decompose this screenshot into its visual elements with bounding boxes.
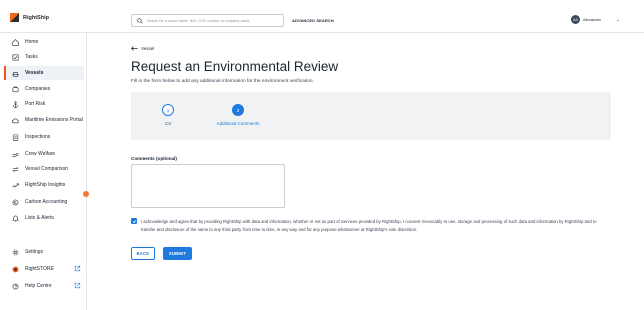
sidebar: Home Tasks Vessels Companies Port Risk Mariti… [0,33,87,310]
companies-icon [12,86,19,92]
acknowledgement-text: I acknowledge and agree that by providin… [141,219,597,232]
sidebar-item-home[interactable]: Home [4,35,84,49]
sidebar-item-settings[interactable]: Settings [4,245,84,259]
ship-icon [12,71,19,77]
sidebar-item-lists-alerts[interactable]: Lists & Alerts [4,211,84,225]
comments-textarea[interactable] [131,164,285,208]
sidebar-item-crew-welfare[interactable]: Crew Welfare [4,147,84,161]
back-link[interactable]: Vessel [131,46,154,51]
sidebar-item-label: Crew Welfare [25,151,56,157]
top-bar: RightShip Search for a vessel name, IMO,… [0,0,644,33]
external-link-icon [74,282,81,289]
sidebar-item-port-risk[interactable]: Port Risk [4,97,84,111]
rightship-logo-icon [10,13,19,22]
check-icon [132,219,136,223]
advanced-search-link[interactable]: ADVANCED SEARCH [292,18,334,23]
stepper: 1 CII 2 Additional Comments [131,92,611,140]
brand-name: RightShip [23,14,49,21]
sidebar-item-carbon-accounting[interactable]: Carbon Accounting [4,195,84,209]
sidebar-item-label: Companies [25,86,51,92]
sidebar-item-label: Carbon Accounting [25,199,68,205]
cloud-icon [12,118,19,123]
sidebar-item-label: Inspections [25,134,51,140]
home-icon [12,38,19,46]
arrow-left-icon [131,46,138,51]
back-button[interactable]: BACK [131,247,155,260]
inspections-icon [12,134,19,141]
step-number: 2 [232,104,244,116]
search-input[interactable]: Search for a vessel name, IMO, DOC numbe… [131,14,284,27]
anchor-icon [12,100,19,108]
sidebar-item-tasks[interactable]: Tasks [4,50,84,64]
search-icon [137,17,143,24]
step-additional-comments[interactable]: 2 Additional Comments [203,104,273,126]
sidebar-item-label: Vessels [25,70,44,76]
comments-label: Comments (optional) [131,156,177,161]
page-subtitle: Fill in the form below to add any additi… [131,79,314,84]
sidebar-item-rightstore[interactable]: RightSTORE [4,262,84,276]
sidebar-item-label: Tasks [25,54,38,60]
sidebar-item-inspections[interactable]: Inspections [4,130,84,144]
user-menu[interactable]: AS Alexander ⌄ [571,15,620,24]
logo[interactable]: RightShip [10,13,49,22]
sidebar-item-vessels[interactable]: Vessels [4,66,84,80]
sidebar-item-vessel-comparison[interactable]: Vessel Comparison [4,162,84,176]
crew-icon [12,152,19,157]
sidebar-item-maritime-emissions-portal[interactable]: Maritime Emissions Portal [4,113,84,127]
sidebar-item-companies[interactable]: Companies [4,82,84,96]
sidebar-item-label: Home [25,39,39,45]
step-cii[interactable]: 1 CII [133,104,203,126]
sidebar-item-label: RightSTORE [25,266,54,272]
submit-button[interactable]: SUBMIT [163,247,192,260]
step-number: 1 [162,104,174,116]
gear-icon [12,249,19,255]
chevron-down-icon: ⌄ [616,16,621,23]
step-label: CII [165,121,171,126]
sidebar-item-label: RightShip Insights [25,182,66,188]
sidebar-item-label: Vessel Comparison [25,166,69,172]
sidebar-item-label: Port Risk [25,101,46,107]
compare-icon [12,166,19,172]
sidebar-item-label: Help Centre [25,283,52,289]
tasks-icon [12,54,19,60]
sidebar-item-rightship-insights[interactable]: RightShip Insights [4,178,84,192]
help-icon [12,283,19,289]
back-link-label: Vessel [141,46,155,51]
carbon-icon [12,199,19,205]
user-name: Alexander [583,17,602,22]
sidebar-item-help-centre[interactable]: Help Centre [4,279,84,293]
step-label: Additional Comments [216,121,260,126]
insights-icon [12,182,19,187]
sidebar-item-label: Maritime Emissions Portal [25,117,83,123]
external-link-icon [74,265,81,272]
sidebar-item-label: Settings [25,249,44,255]
search-placeholder: Search for a vessel name, IMO, DOC numbe… [147,18,250,23]
acknowledge-checkbox[interactable] [131,218,137,224]
main-content: Vessel Request an Environmental Review F… [88,33,644,310]
page-title: Request an Environmental Review [131,59,339,74]
lists-icon [12,215,19,221]
sidebar-item-label: Lists & Alerts [25,215,54,221]
store-icon [12,266,19,272]
avatar: AS [571,15,580,24]
